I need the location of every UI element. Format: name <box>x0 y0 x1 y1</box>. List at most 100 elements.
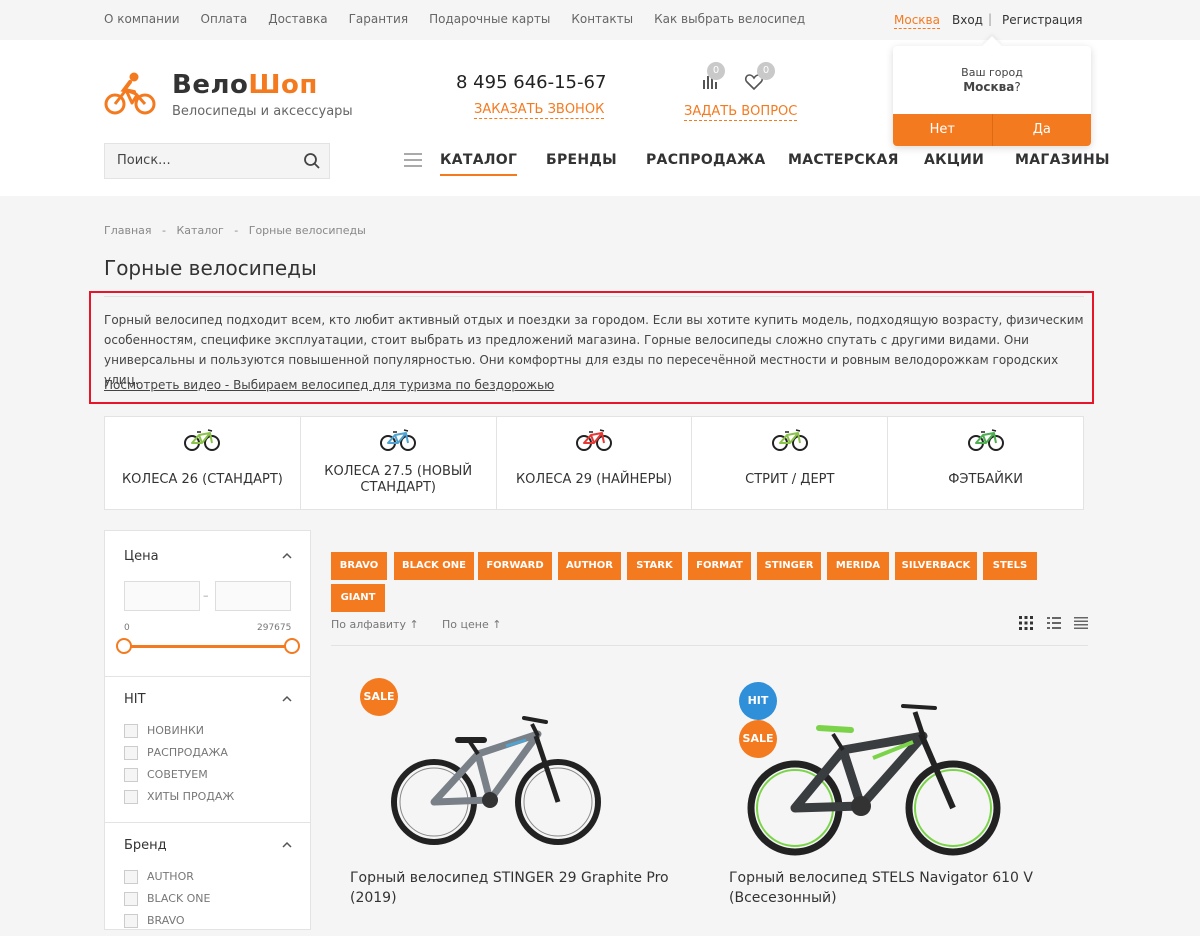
breadcrumb-current: Горные велосипеды <box>248 224 366 237</box>
option-sale[interactable]: РАСПРОДАЖА <box>147 746 228 759</box>
checkbox-brand-author[interactable] <box>124 870 138 884</box>
popup-question: Ваш город <box>961 66 1023 79</box>
brand-tag-button[interactable]: SILVERBACK <box>895 552 977 580</box>
nav-catalog[interactable]: КАТАЛОГ <box>440 152 518 176</box>
grid-view-icon[interactable] <box>1019 616 1033 630</box>
brand-tag-button[interactable]: GIANT <box>331 584 385 612</box>
breadcrumb-catalog[interactable]: Каталог <box>177 224 224 237</box>
price-dash: – <box>203 589 209 602</box>
price-max-input[interactable] <box>215 581 291 611</box>
product-image[interactable] <box>386 696 604 846</box>
city-yes-button[interactable]: Да <box>992 114 1091 146</box>
bike-icon <box>771 429 808 451</box>
price-range-min-handle[interactable] <box>116 638 132 654</box>
product-name[interactable]: Горный велосипед STINGER 29 Graphite Pro… <box>350 868 670 908</box>
option-brand-black-one[interactable]: BLACK ONE <box>147 892 211 905</box>
product-card[interactable]: SALE Горный велосипед STINGER 29 Graphit… <box>350 666 690 936</box>
chevron-up-icon[interactable] <box>282 551 292 561</box>
option-brand-bravo[interactable]: BRAVO <box>147 914 185 927</box>
search-box <box>104 143 330 179</box>
login-link[interactable]: Вход <box>952 13 983 27</box>
sort-divider <box>331 645 1088 646</box>
top-link-delivery[interactable]: Доставка <box>268 12 327 26</box>
sort-price[interactable]: По цене ↑ <box>442 618 501 631</box>
option-new[interactable]: НОВИНКИ <box>147 724 204 737</box>
brand-tag-button[interactable]: BLACK ONE <box>394 552 474 580</box>
category-tile[interactable]: КОЛЕСА 27.5 (НОВЫЙ СТАНДАРТ) <box>301 417 497 509</box>
category-tile[interactable]: КОЛЕСА 29 (НАЙНЕРЫ) <box>497 417 693 509</box>
checkbox-sale[interactable] <box>124 746 138 760</box>
search-input[interactable] <box>117 153 287 168</box>
brand-tag-button[interactable]: BRAVO <box>331 552 387 580</box>
option-recommend[interactable]: СОВЕТУЕМ <box>147 768 208 781</box>
bike-icon <box>575 429 612 451</box>
category-tile[interactable]: ФЭТБАЙКИ <box>888 417 1083 509</box>
category-tile[interactable]: СТРИТ / ДЕРТ <box>692 417 889 509</box>
city-selector[interactable]: Москва <box>894 12 940 29</box>
brand-tag-button[interactable]: AUTHOR <box>558 552 621 580</box>
list-view-icon[interactable] <box>1047 616 1061 630</box>
breadcrumb-home[interactable]: Главная <box>104 224 152 237</box>
video-link[interactable]: Посмотреть видео - Выбираем велосипед дл… <box>104 378 554 392</box>
breadcrumb: Главная - Каталог - Горные велосипеды <box>104 224 366 237</box>
price-max-label: 297675 <box>257 623 292 633</box>
price-min-input[interactable] <box>124 581 200 611</box>
logo-text[interactable]: ВелоШоп <box>172 70 318 100</box>
menu-burger-icon[interactable] <box>404 153 422 167</box>
option-bestsellers[interactable]: ХИТЫ ПРОДАЖ <box>147 790 234 803</box>
nav-stores[interactable]: МАГАЗИНЫ <box>1015 152 1110 168</box>
brand-filter-title[interactable]: Бренд <box>124 838 167 853</box>
callback-link[interactable]: ЗАКАЗАТЬ ЗВОНОК <box>474 102 605 119</box>
checkbox-brand-bravo[interactable] <box>124 914 138 928</box>
phone-number[interactable]: 8 495 646-15-67 <box>456 72 606 93</box>
description-divider <box>104 296 1084 297</box>
checkbox-new[interactable] <box>124 724 138 738</box>
compare-count-badge: 0 <box>707 62 725 80</box>
top-link-payment[interactable]: Оплата <box>201 12 248 26</box>
top-link-about[interactable]: О компании <box>104 12 180 26</box>
register-link[interactable]: Регистрация <box>1002 13 1082 27</box>
city-no-button[interactable]: Нет <box>893 114 993 146</box>
nav-brands[interactable]: БРЕНДЫ <box>546 152 617 168</box>
chevron-up-icon[interactable] <box>282 840 292 850</box>
price-filter-title[interactable]: Цена <box>124 549 159 564</box>
top-bar: О компании Оплата Доставка Гарантия Пода… <box>0 0 1200 40</box>
sort-alphabet[interactable]: По алфавиту ↑ <box>331 618 419 631</box>
top-link-contacts[interactable]: Контакты <box>571 12 633 26</box>
price-range-max-handle[interactable] <box>284 638 300 654</box>
product-name[interactable]: Горный велосипед STELS Navigator 610 V (… <box>729 868 1049 908</box>
top-link-how-to-choose[interactable]: Как выбрать велосипед <box>654 12 805 26</box>
top-link-warranty[interactable]: Гарантия <box>349 12 409 26</box>
checkbox-brand-black-one[interactable] <box>124 892 138 906</box>
brand-tag-button[interactable]: MERIDA <box>827 552 889 580</box>
option-brand-author[interactable]: AUTHOR <box>147 870 194 883</box>
auth-separator: | <box>988 12 993 26</box>
hit-filter-title[interactable]: HIT <box>124 692 146 707</box>
logo-bike-icon[interactable] <box>104 70 156 116</box>
brand-tag-button[interactable]: FORMAT <box>688 552 751 580</box>
category-tile[interactable]: КОЛЕСА 26 (СТАНДАРТ) <box>105 417 301 509</box>
brand-tag-button[interactable]: STINGER <box>757 552 821 580</box>
checkbox-recommend[interactable] <box>124 768 138 782</box>
category-label: КОЛЕСА 26 (СТАНДАРТ) <box>121 472 283 487</box>
chevron-up-icon[interactable] <box>282 694 292 704</box>
brand-tag-button[interactable]: STARK <box>627 552 682 580</box>
brand-tag-button[interactable]: STELS <box>983 552 1037 580</box>
category-label: КОЛЕСА 27.5 (НОВЫЙ СТАНДАРТ) <box>324 464 473 495</box>
nav-sale[interactable]: РАСПРОДАЖА <box>646 152 766 168</box>
nav-workshop[interactable]: МАСТЕРСКАЯ <box>788 152 899 168</box>
checkbox-bestsellers[interactable] <box>124 790 138 804</box>
price-range-track <box>124 645 292 648</box>
table-view-icon[interactable] <box>1074 616 1088 630</box>
popup-city: Москва? <box>893 80 1091 94</box>
top-link-gift-cards[interactable]: Подарочные карты <box>429 12 550 26</box>
favorites-count-badge: 0 <box>757 62 775 80</box>
product-card[interactable]: HIT SALE Горный велосипед STELS Navigato… <box>729 666 1069 936</box>
search-icon[interactable] <box>303 152 321 170</box>
product-image[interactable] <box>743 688 1003 856</box>
category-label: ФЭТБАЙКИ <box>948 472 1023 487</box>
ask-question-link[interactable]: ЗАДАТЬ ВОПРОС <box>684 104 798 121</box>
nav-promotions[interactable]: АКЦИИ <box>924 152 984 168</box>
category-label: СТРИТ / ДЕРТ <box>745 472 835 487</box>
brand-tag-button[interactable]: FORWARD <box>478 552 552 580</box>
